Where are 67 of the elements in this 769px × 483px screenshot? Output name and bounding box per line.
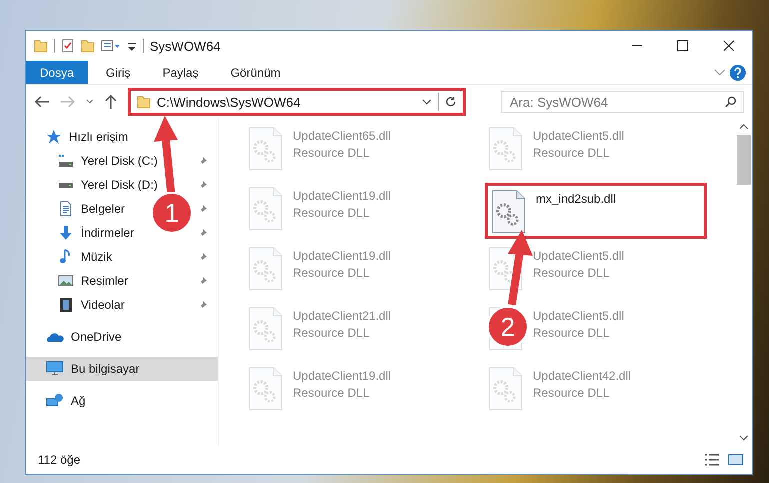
gear-file-icon <box>489 367 523 411</box>
file-type: Resource DLL <box>533 386 611 400</box>
drive-icon <box>58 182 74 188</box>
chevron-down-icon[interactable] <box>86 99 94 105</box>
gear-file-icon <box>249 247 283 291</box>
picture-icon <box>58 273 74 289</box>
checklist-icon[interactable] <box>61 39 75 53</box>
network-icon <box>46 393 64 409</box>
window-title: SysWOW64 <box>150 38 221 54</box>
back-arrow-icon[interactable] <box>34 95 50 109</box>
sidebar-item[interactable]: Bu bilgisayar <box>46 361 140 377</box>
sidebar-item[interactable]: OneDrive <box>46 329 122 345</box>
gear-file-icon <box>489 247 523 291</box>
number-badge <box>151 192 193 234</box>
search-icon[interactable] <box>725 96 737 108</box>
file-type: Resource DLL <box>533 266 611 280</box>
ribbon-tab[interactable]: Giriş <box>92 61 145 84</box>
address-path: C:\Windows\SysWOW64 <box>157 94 302 110</box>
document-icon <box>58 201 74 217</box>
gear-file-icon <box>249 127 283 171</box>
ribbon-tab[interactable]: Dosya <box>26 61 88 84</box>
file-type: Resource DLL <box>293 146 371 160</box>
sidebar-item[interactable]: Resimler <box>58 273 128 289</box>
search-field[interactable]: Ara: SysWOW64 <box>501 91 744 113</box>
download-arrow-icon <box>58 225 74 241</box>
file-name[interactable]: mx_ind2sub.dll <box>536 192 616 206</box>
sidebar-item[interactable]: Yerel Disk (C:) <box>58 153 158 169</box>
number-badge <box>487 306 529 348</box>
monitor-icon <box>46 361 64 377</box>
sidebar-item[interactable]: Hızlı erişim <box>46 129 128 145</box>
drive-icon <box>58 153 74 169</box>
sidebar-item[interactable]: Ağ <box>46 393 86 409</box>
file-type: Resource DLL <box>293 266 371 280</box>
gear-file-icon <box>492 190 526 234</box>
file-type: Resource DLL <box>293 386 371 400</box>
file-type: Resource DLL <box>533 326 611 340</box>
star-icon <box>46 129 62 145</box>
chevron-down-icon[interactable] <box>422 99 432 105</box>
ribbon-tab[interactable]: Paylaş <box>148 61 213 84</box>
file-type: Resource DLL <box>293 326 371 340</box>
scroll-up-icon[interactable] <box>739 123 749 131</box>
scrollbar-thumb[interactable] <box>737 135 751 185</box>
sidebar-item[interactable]: Yerel Disk (D:) <box>58 178 158 192</box>
details-view-icon[interactable] <box>704 453 720 467</box>
gear-file-icon <box>249 307 283 351</box>
address-bar[interactable]: C:\Windows\SysWOW64 <box>128 88 466 116</box>
gear-file-icon <box>489 127 523 171</box>
sidebar-item[interactable]: Videolar <box>58 297 125 313</box>
number-label: 2 <box>500 312 516 342</box>
sidebar-item[interactable]: İndirmeler <box>58 225 134 241</box>
refresh-icon[interactable] <box>445 96 457 108</box>
sidebar-item[interactable]: Belgeler <box>58 201 126 217</box>
scroll-down-icon[interactable] <box>739 434 749 442</box>
large-icons-view-icon[interactable] <box>728 453 744 467</box>
up-arrow-icon[interactable] <box>104 94 118 110</box>
file-type: Resource DLL <box>533 146 611 160</box>
file-type: Resource DLL <box>293 206 371 220</box>
ribbon-tab[interactable]: Görünüm <box>216 61 295 84</box>
number-label: 1 <box>164 198 180 228</box>
folder-icon <box>137 95 151 109</box>
item-count: 112 öğe <box>38 453 80 467</box>
sidebar-item[interactable]: Müzik <box>58 249 112 265</box>
film-icon <box>58 297 74 313</box>
gear-file-icon <box>249 187 283 231</box>
gear-file-icon <box>249 367 283 411</box>
help-icon[interactable] <box>730 64 746 80</box>
properties-icon[interactable] <box>101 39 121 53</box>
